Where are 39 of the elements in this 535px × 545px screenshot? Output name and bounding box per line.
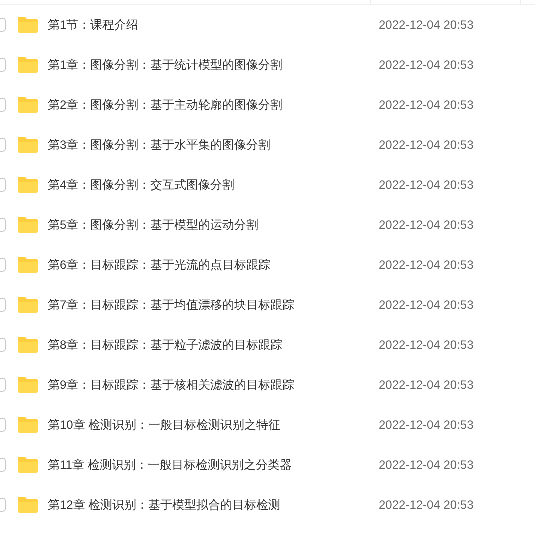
file-name[interactable]: 第5章：图像分割：基于模型的运动分割	[48, 216, 368, 234]
folder-icon	[18, 137, 38, 153]
folder-icon	[18, 97, 38, 113]
file-name[interactable]: 第11章 检测识别：一般目标检测识别之分类器	[48, 456, 368, 474]
folder-icon	[18, 257, 38, 273]
file-name[interactable]: 第1章：图像分割：基于统计模型的图像分割	[48, 56, 368, 74]
modified-date: 2022-12-04 20:53	[379, 97, 474, 114]
file-name[interactable]: 第7章：目标跟踪：基于均值漂移的块目标跟踪	[48, 296, 368, 314]
folder-icon	[18, 177, 38, 193]
modified-date: 2022-12-04 20:53	[379, 257, 474, 274]
modified-date: 2022-12-04 20:53	[379, 337, 474, 354]
folder-icon	[18, 497, 38, 513]
folder-icon	[18, 337, 38, 353]
modified-date: 2022-12-04 20:53	[379, 297, 474, 314]
modified-date: 2022-12-04 20:53	[379, 17, 474, 34]
file-name[interactable]: 第1节：课程介绍	[48, 16, 368, 34]
folder-icon	[18, 297, 38, 313]
file-name[interactable]: 第2章：图像分割：基于主动轮廓的图像分割	[48, 96, 368, 114]
modified-date: 2022-12-04 20:53	[379, 377, 474, 394]
modified-date: 2022-12-04 20:53	[379, 457, 474, 474]
folder-icon	[18, 377, 38, 393]
modified-date: 2022-12-04 20:53	[379, 177, 474, 194]
modified-date: 2022-12-04 20:53	[379, 417, 474, 434]
file-name[interactable]: 第6章：目标跟踪：基于光流的点目标跟踪	[48, 256, 368, 274]
modified-date: 2022-12-04 20:53	[379, 497, 474, 514]
file-name[interactable]: 第4章：图像分割：交互式图像分割	[48, 176, 368, 194]
file-name[interactable]: 第8章：目标跟踪：基于粒子滤波的目标跟踪	[48, 336, 368, 354]
modified-date: 2022-12-04 20:53	[379, 137, 474, 154]
modified-date: 2022-12-04 20:53	[379, 57, 474, 74]
file-name[interactable]: 第3章：图像分割：基于水平集的图像分割	[48, 136, 368, 154]
file-name[interactable]: 第9章：目标跟踪：基于核相关滤波的目标跟踪	[48, 376, 368, 394]
folder-icon	[18, 457, 38, 473]
folder-icon	[18, 217, 38, 233]
file-name[interactable]: 第10章 检测识别：一般目标检测识别之特征	[48, 416, 368, 434]
folder-icon	[18, 17, 38, 33]
folder-icon	[18, 417, 38, 433]
folder-icon	[18, 57, 38, 73]
file-name[interactable]: 第12章 检测识别：基于模型拟合的目标检测	[48, 496, 368, 514]
modified-date: 2022-12-04 20:53	[379, 217, 474, 234]
